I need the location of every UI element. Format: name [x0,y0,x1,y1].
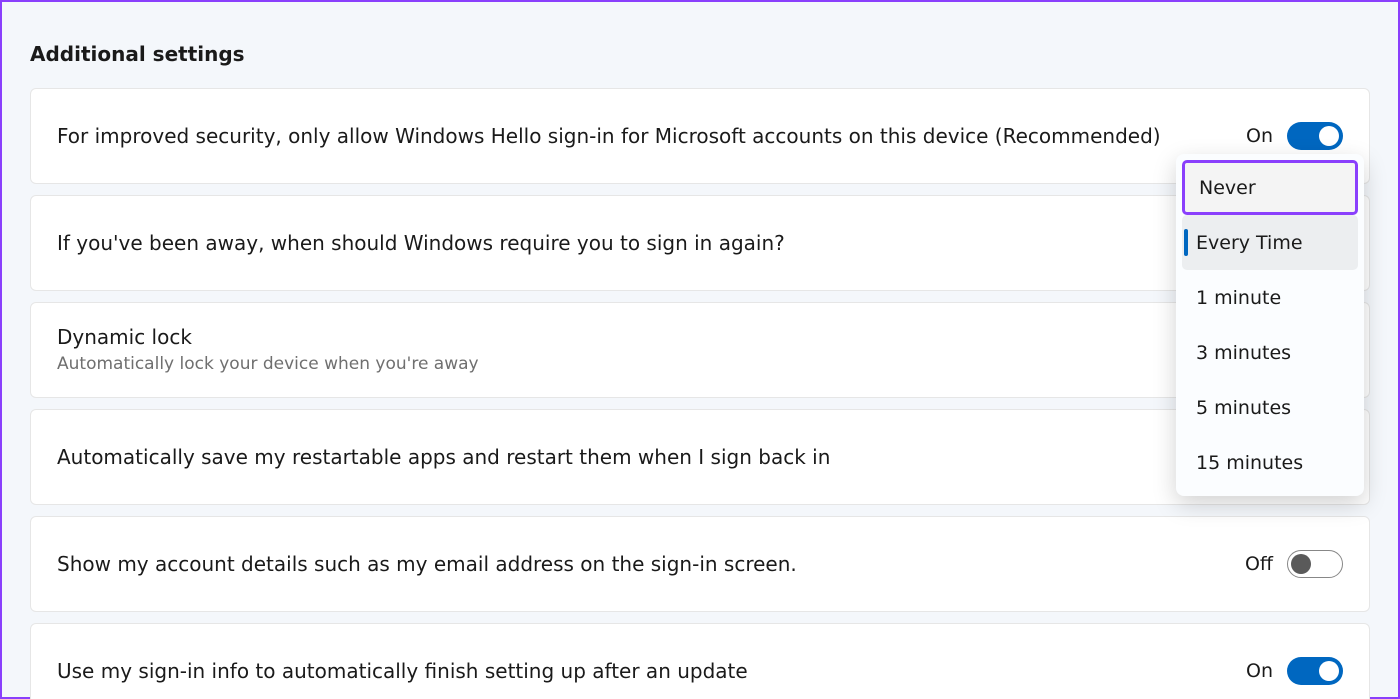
dropdown-option[interactable]: Never [1182,160,1358,215]
row-use-signin-info-title: Use my sign-in info to automatically fin… [57,658,1226,685]
section-title: Additional settings [30,42,1370,66]
row-dynamic-lock-title: Dynamic lock [57,324,1323,351]
row-restartable-apps: Automatically save my restartable apps a… [30,409,1370,505]
dropdown-option[interactable]: 1 minute [1182,270,1358,325]
dropdown-option[interactable]: 3 minutes [1182,325,1358,380]
require-signin-dropdown[interactable]: NeverEvery Time1 minute3 minutes5 minute… [1176,154,1364,496]
row-windows-hello-title: For improved security, only allow Window… [57,123,1226,150]
row-show-account-title: Show my account details such as my email… [57,551,1225,578]
row-windows-hello: For improved security, only allow Window… [30,88,1370,184]
row-dynamic-lock[interactable]: Dynamic lock Automatically lock your dev… [30,302,1370,398]
row-require-signin: If you've been away, when should Windows… [30,195,1370,291]
dropdown-option[interactable]: 5 minutes [1182,380,1358,435]
toggle-use-signin-info[interactable] [1287,657,1343,685]
dropdown-option[interactable]: 15 minutes [1182,435,1358,490]
row-require-signin-title: If you've been away, when should Windows… [57,230,1323,257]
row-restartable-apps-title: Automatically save my restartable apps a… [57,444,1323,471]
row-use-signin-info-state: On [1246,660,1273,682]
row-windows-hello-state: On [1246,125,1273,147]
row-use-signin-info: Use my sign-in info to automatically fin… [30,623,1370,699]
toggle-windows-hello[interactable] [1287,122,1343,150]
row-show-account: Show my account details such as my email… [30,516,1370,612]
row-dynamic-lock-subtitle: Automatically lock your device when you'… [57,353,1323,375]
toggle-show-account[interactable] [1287,550,1343,578]
row-show-account-state: Off [1245,553,1273,575]
dropdown-option[interactable]: Every Time [1182,215,1358,270]
